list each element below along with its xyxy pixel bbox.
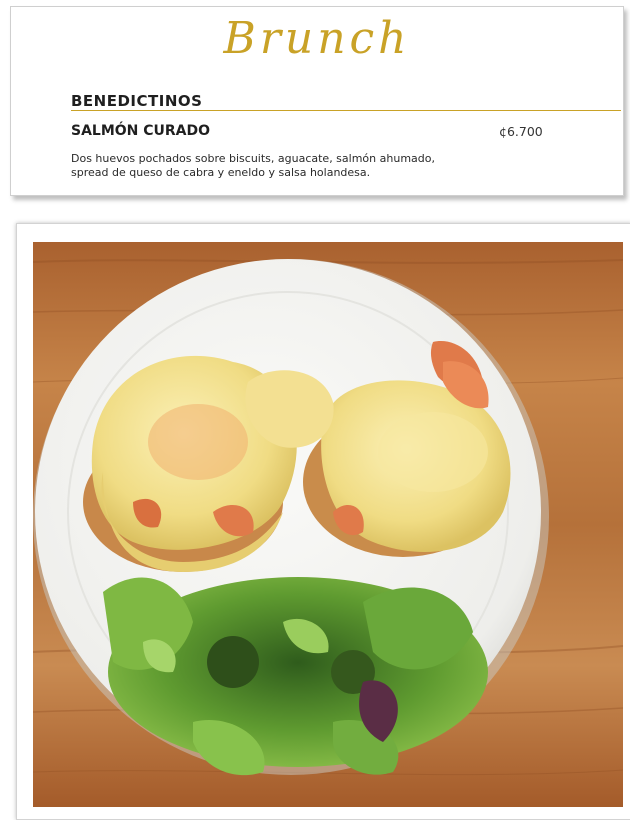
dish-name: SALMÓN CURADO (71, 123, 211, 139)
menu-card: Brunch BENEDICTINOS SALMÓN CURADO ¢6.700… (10, 6, 624, 196)
dish-price: ¢6.700 (499, 124, 543, 139)
dish-photo (33, 242, 623, 807)
dish-description-line-1: Dos huevos pochados sobre biscuits, agua… (71, 152, 435, 165)
card-crop-edge (11, 179, 623, 195)
photo-card (16, 223, 630, 820)
section-title: BENEDICTINOS (71, 92, 203, 110)
dish-description: Dos huevos pochados sobre biscuits, agua… (71, 152, 491, 180)
dish-description-line-2: spread de queso de cabra y eneldo y sals… (71, 166, 371, 179)
dish-photo-illustration (33, 242, 623, 807)
section-divider (71, 110, 621, 111)
brand-title: Brunch (223, 13, 411, 64)
